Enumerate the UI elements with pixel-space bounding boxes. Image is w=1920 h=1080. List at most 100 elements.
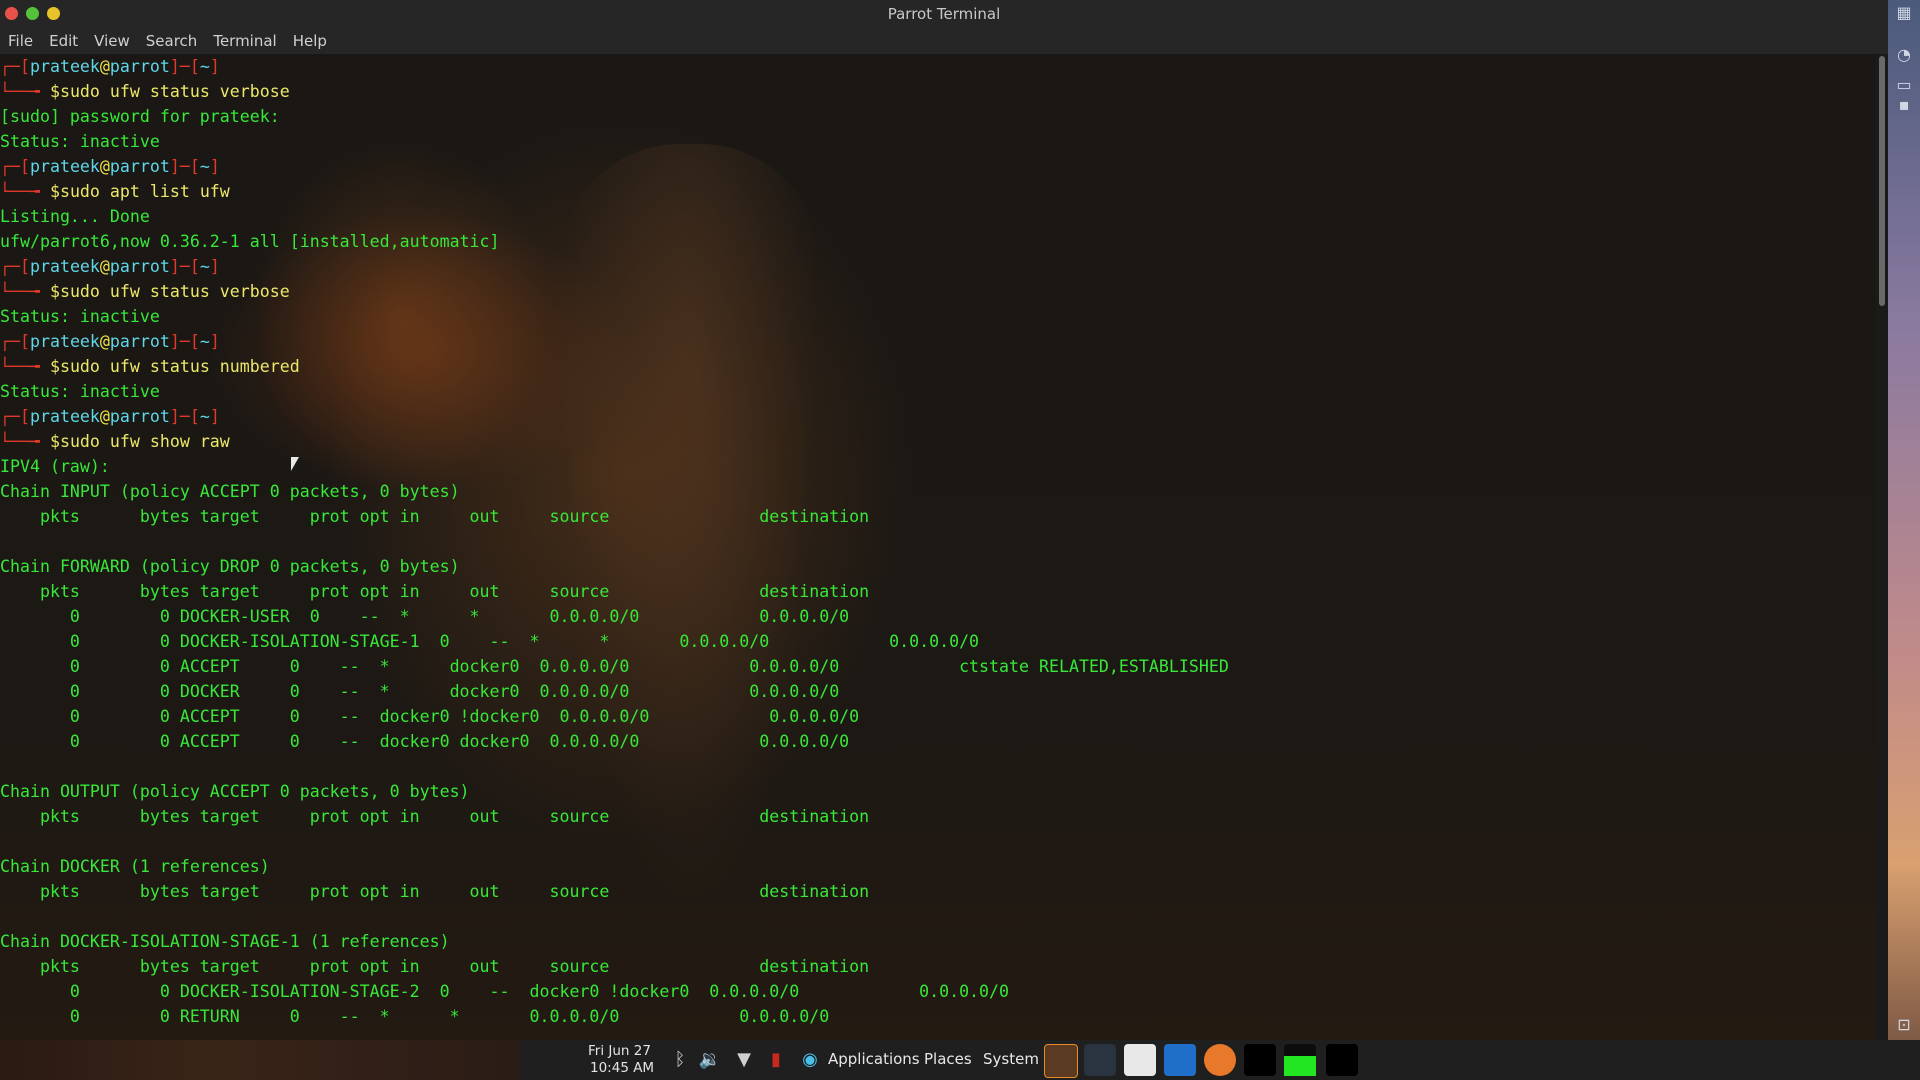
- prompt-at: @: [99, 332, 110, 351]
- prompt-at: @: [99, 407, 110, 426]
- menu-system[interactable]: System: [983, 1050, 1039, 1068]
- output-line: [sudo] password for prateek:: [0, 107, 280, 126]
- command-line: └──╼ $sudo ufw status verbose: [0, 79, 1229, 104]
- terminal-launcher-icon[interactable]: [1084, 1044, 1116, 1076]
- clock-date: Fri Jun 27: [588, 1043, 651, 1059]
- output-line: Listing... Done: [0, 207, 150, 226]
- wifi-icon[interactable]: ▼: [732, 1048, 756, 1072]
- prompt-sign: $: [49, 432, 60, 451]
- prompt-bracket: ┌─[: [0, 57, 30, 76]
- clock[interactable]: Fri Jun 27 10:45 AM: [588, 1043, 654, 1077]
- taskbar-wallpaper: [0, 1040, 520, 1080]
- prompt-host: parrot: [109, 332, 170, 351]
- prompt-user: prateek: [29, 157, 100, 176]
- prompt-sign: $: [49, 282, 60, 301]
- menu-applications[interactable]: Applications: [828, 1050, 920, 1068]
- terminal-output-area[interactable]: ┌─[prateek@parrot]─[~] └──╼ $sudo ufw sta…: [0, 54, 1876, 1040]
- prompt-bracket: ]: [209, 57, 220, 76]
- output-line: 0 0 RETURN 0 -- * * 0.0.0.0/0 0.0.0.0/0: [0, 1007, 830, 1026]
- prompt-at: @: [99, 257, 110, 276]
- prompt-arrow: └──╼: [0, 182, 50, 201]
- prompt-line: ┌─[prateek@parrot]─[~]: [0, 404, 1229, 429]
- output-line: Chain OUTPUT (policy ACCEPT 0 packets, 0…: [0, 782, 470, 801]
- prompt-bracket: ]─[: [169, 257, 200, 276]
- output-line: 0 0 DOCKER 0 -- * docker0 0.0.0.0/0 0.0.…: [0, 682, 840, 701]
- sublime-text-icon[interactable]: [1044, 1044, 1078, 1078]
- prompt-host: parrot: [109, 257, 170, 276]
- output-line: Chain INPUT (policy ACCEPT 0 packets, 0 …: [0, 482, 460, 501]
- prompt-bracket: ┌─[: [0, 407, 30, 426]
- output-line: pkts bytes target prot opt in out source…: [0, 582, 870, 601]
- menu-bar: File Edit View Search Terminal Help: [0, 28, 1888, 54]
- volume-icon[interactable]: 🔉: [698, 1048, 722, 1072]
- prompt-bracket: ┌─[: [0, 157, 30, 176]
- prompt-at: @: [99, 157, 110, 176]
- workspace-2[interactable]: [1326, 1044, 1358, 1076]
- window-title: Parrot Terminal: [887, 5, 1001, 23]
- prompt-bracket: ]─[: [169, 332, 200, 351]
- prompt-user: prateek: [29, 407, 100, 426]
- command-line: └──╼ $sudo ufw status verbose: [0, 279, 1229, 304]
- output-line: Status: inactive: [0, 307, 160, 326]
- clock-time: 10:45 AM: [590, 1060, 655, 1076]
- output-line: Status: inactive: [0, 382, 160, 401]
- desktop-icon[interactable]: ⊡: [1894, 1016, 1914, 1034]
- bluetooth-icon[interactable]: ᛒ: [668, 1048, 692, 1072]
- output-line: pkts bytes target prot opt in out source…: [0, 957, 870, 976]
- prompt-arrow: └──╼: [0, 282, 50, 301]
- prompt-bracket: ┌─[: [0, 257, 30, 276]
- app-icon[interactable]: ▪: [1894, 96, 1914, 114]
- menu-search[interactable]: Search: [138, 28, 206, 50]
- prompt-bracket: ]: [209, 407, 220, 426]
- output-line: Chain DOCKER (1 references): [0, 857, 270, 876]
- taskbar: Fri Jun 27 10:45 AM ᛒ 🔉 ▼ ▮ ◉ Applicatio…: [0, 1040, 1920, 1080]
- output-line: 0 0 DOCKER-ISOLATION-STAGE-1 0 -- * * 0.…: [0, 632, 980, 651]
- command-line: └──╼ $sudo ufw show raw: [0, 429, 1229, 454]
- menu-view[interactable]: View: [86, 28, 138, 50]
- menu-file[interactable]: File: [0, 28, 41, 50]
- prompt-at: @: [99, 57, 110, 76]
- app-icon[interactable]: ▭: [1894, 76, 1914, 94]
- menu-help[interactable]: Help: [285, 28, 335, 50]
- grid-icon[interactable]: ▦: [1894, 4, 1914, 22]
- app-icon[interactable]: ◔: [1894, 46, 1914, 64]
- cpu-monitor: [1284, 1044, 1316, 1076]
- prompt-arrow: └──╼: [0, 82, 50, 101]
- prompt-line: ┌─[prateek@parrot]─[~]: [0, 54, 1229, 79]
- prompt-arrow: └──╼: [0, 357, 50, 376]
- menu-edit[interactable]: Edit: [41, 28, 86, 50]
- prompt-user: prateek: [29, 332, 100, 351]
- terminal-window: Parrot Terminal File Edit View Search Termin…: [0, 0, 1888, 1040]
- title-bar[interactable]: Parrot Terminal: [0, 0, 1888, 28]
- prompt-line: ┌─[prateek@parrot]─[~]: [0, 329, 1229, 354]
- menu-places[interactable]: Places: [924, 1050, 972, 1068]
- firefox-icon[interactable]: [1204, 1044, 1236, 1076]
- prompt-sign: $: [49, 182, 60, 201]
- output-line: Status: inactive: [0, 132, 160, 151]
- output-line: ufw/parrot6,now 0.36.2-1 all [installed,…: [0, 232, 500, 251]
- terminal-text: ┌─[prateek@parrot]─[~] └──╼ $sudo ufw sta…: [0, 54, 1229, 1029]
- scrollbar-thumb[interactable]: [1879, 56, 1885, 306]
- vscode-icon[interactable]: [1164, 1044, 1196, 1076]
- prompt-path: ~: [199, 332, 210, 351]
- prompt-bracket: ]: [209, 332, 220, 351]
- prompt-bracket: ]─[: [169, 157, 200, 176]
- parrot-logo-icon[interactable]: ◉: [798, 1048, 822, 1072]
- battery-icon[interactable]: ▮: [764, 1048, 788, 1072]
- output-line: 0 0 ACCEPT 0 -- * docker0 0.0.0.0/0 0.0.…: [0, 657, 1229, 676]
- command-line: └──╼ $sudo apt list ufw: [0, 179, 1229, 204]
- workspace-1[interactable]: [1244, 1044, 1276, 1076]
- output-line: Chain DOCKER-ISOLATION-STAGE-1 (1 refere…: [0, 932, 450, 951]
- prompt-host: parrot: [109, 407, 170, 426]
- prompt-sign: $: [49, 357, 60, 376]
- prompt-path: ~: [199, 57, 210, 76]
- document-viewer-icon[interactable]: [1124, 1044, 1156, 1076]
- command-text: sudo apt list ufw: [59, 182, 230, 201]
- output-line: 0 0 DOCKER-ISOLATION-STAGE-2 0 -- docker…: [0, 982, 1010, 1001]
- prompt-sign: $: [49, 82, 60, 101]
- menu-terminal[interactable]: Terminal: [205, 28, 284, 50]
- output-line: pkts bytes target prot opt in out source…: [0, 807, 870, 826]
